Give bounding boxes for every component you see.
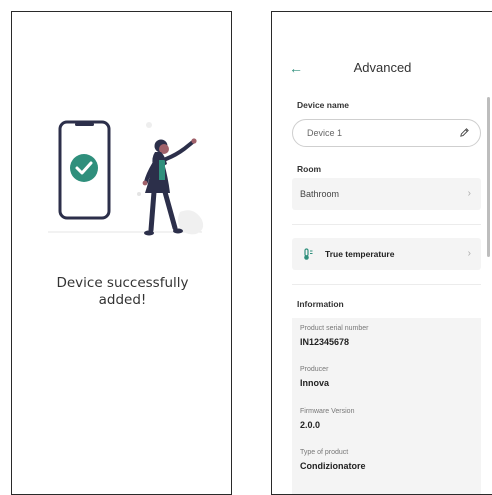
info-key: Firmware Version	[300, 408, 355, 415]
room-label: Room	[297, 164, 322, 174]
room-value: Bathroom	[300, 189, 340, 199]
success-illustration	[48, 120, 204, 236]
info-value: Condizionatore	[300, 461, 366, 471]
info-value: Innova	[300, 378, 330, 388]
page-title: Advanced	[353, 60, 412, 75]
info-key: Product serial number	[300, 325, 369, 332]
info-key: Type of product	[300, 449, 349, 456]
success-message-line-1: Device successfully	[56, 275, 189, 291]
thermometer-icon	[304, 248, 313, 260]
info-key: Producer	[300, 366, 329, 373]
device-name-value[interactable]: Device 1	[307, 128, 342, 138]
device-name-field[interactable]: Device 1	[292, 119, 481, 147]
information-card: Product serial number IN12345678 Produce…	[292, 318, 481, 494]
scrollbar[interactable]	[487, 97, 490, 257]
pencil-icon[interactable]	[459, 127, 470, 138]
check-circle-icon	[70, 154, 98, 182]
success-screen: Device successfully added!	[11, 11, 232, 495]
information-label: Information	[297, 299, 344, 309]
divider	[292, 284, 481, 285]
chevron-right-icon: ›	[467, 188, 471, 199]
divider	[292, 224, 481, 225]
true-temperature-row[interactable]: True temperature ›	[292, 238, 481, 270]
success-message: Device successfully added!	[12, 275, 231, 309]
top-bar: ← Advanced	[272, 57, 492, 81]
info-value: 2.0.0	[300, 420, 321, 430]
info-value: IN12345678	[300, 337, 350, 347]
true-temperature-label: True temperature	[325, 249, 395, 259]
advanced-screen: ← Advanced Device name Device 1 Room Bat…	[271, 11, 492, 495]
device-name-label: Device name	[297, 100, 349, 110]
room-selector[interactable]: Bathroom ›	[292, 178, 481, 210]
success-message-line-2: added!	[98, 292, 147, 308]
chevron-right-icon: ›	[467, 248, 471, 259]
